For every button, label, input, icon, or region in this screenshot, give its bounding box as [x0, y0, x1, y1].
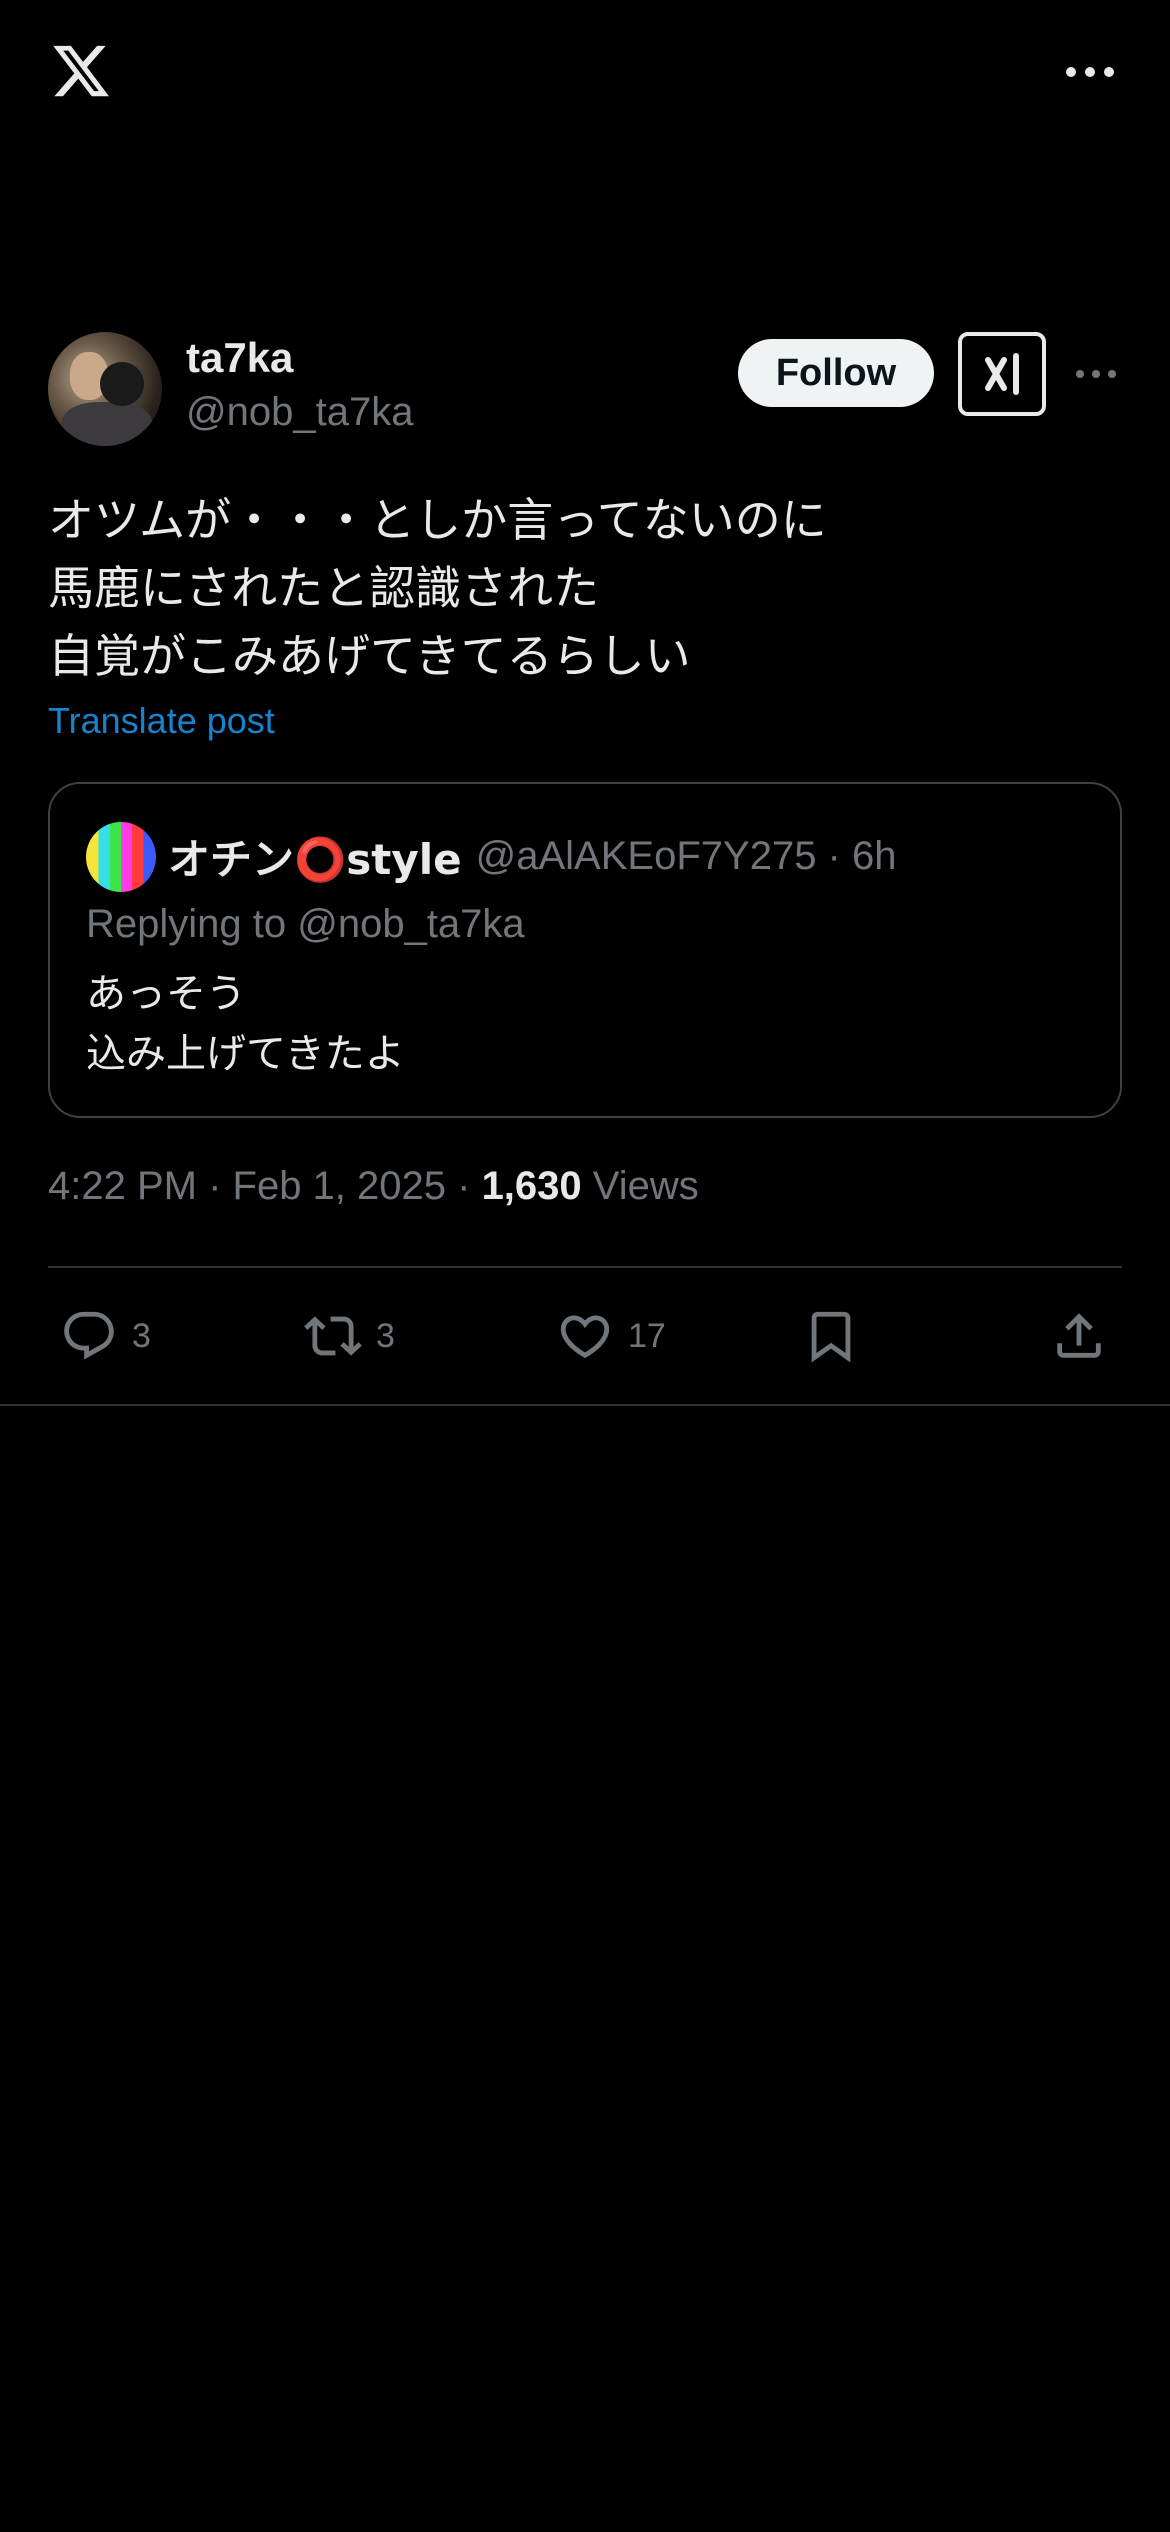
- views-count[interactable]: 1,630: [482, 1164, 582, 1208]
- like-icon: [560, 1315, 610, 1359]
- bookmark-icon: [811, 1311, 851, 1363]
- quote-text-line: 込み上げてきたよ: [86, 1031, 405, 1077]
- quote-header: オチン⭕style @aAlAKEoF7Y275 · 6h: [168, 826, 896, 887]
- quote-avatar[interactable]: [86, 822, 156, 892]
- author-display-name[interactable]: ta7ka: [186, 334, 293, 382]
- translate-post-link[interactable]: Translate post: [48, 700, 275, 742]
- share-icon: [1057, 1313, 1101, 1358]
- bookmark-button[interactable]: [802, 1300, 860, 1372]
- post-text-line: 馬鹿にされたと認識された: [48, 561, 600, 615]
- quote-display-name[interactable]: オチン⭕style: [168, 826, 462, 887]
- repost-count: 3: [376, 1316, 395, 1355]
- views-label: Views: [581, 1164, 699, 1208]
- top-bar: [0, 0, 1170, 150]
- divider: [48, 1266, 1122, 1268]
- post-more-icon[interactable]: [1076, 368, 1116, 380]
- author-handle[interactable]: @nob_ta7ka: [186, 390, 413, 435]
- divider: [0, 1404, 1170, 1406]
- repost-icon: [304, 1316, 362, 1356]
- post-text-line: 自覚がこみあげてきてるらしい: [48, 629, 691, 683]
- reply-icon: [64, 1311, 114, 1360]
- grok-button[interactable]: [958, 332, 1046, 416]
- more-horizontal-icon[interactable]: [1066, 64, 1114, 80]
- quote-handle-time: @aAlAKEoF7Y275 · 6h: [475, 834, 897, 878]
- repost-button[interactable]: 3: [304, 1300, 395, 1372]
- action-bar: 3 3 17: [0, 1300, 1170, 1372]
- quote-text: あっそう 込み上げてきたよ: [86, 964, 405, 1084]
- quote-text-line: あっそう: [86, 971, 246, 1017]
- quote-replying-to: Replying to @nob_ta7ka: [86, 902, 525, 946]
- like-count: 17: [628, 1316, 666, 1355]
- x-logo-icon[interactable]: [48, 40, 114, 102]
- post-text: オツムが・・・としか言ってないのに 馬鹿にされたと認識された 自覚がこみあげてき…: [48, 486, 1122, 690]
- like-button[interactable]: 17: [556, 1300, 666, 1372]
- post-text-line: オツムが・・・としか言ってないのに: [48, 493, 827, 547]
- reply-button[interactable]: 3: [60, 1300, 151, 1372]
- tweet-detail-page: ta7ka @nob_ta7ka Follow オツムが・・・としか言ってないの…: [0, 0, 1170, 2532]
- reply-count: 3: [132, 1316, 151, 1355]
- share-button[interactable]: [1050, 1300, 1108, 1372]
- grok-icon: [985, 353, 1019, 395]
- post-meta: 4:22 PM · Feb 1, 2025 · 1,630 Views: [48, 1164, 699, 1209]
- quoted-post-card[interactable]: オチン⭕style @aAlAKEoF7Y275 · 6h Replying t…: [48, 782, 1122, 1118]
- author-avatar[interactable]: [48, 332, 162, 446]
- post-timestamp[interactable]: 4:22 PM · Feb 1, 2025 ·: [48, 1164, 482, 1208]
- follow-button[interactable]: Follow: [738, 339, 934, 407]
